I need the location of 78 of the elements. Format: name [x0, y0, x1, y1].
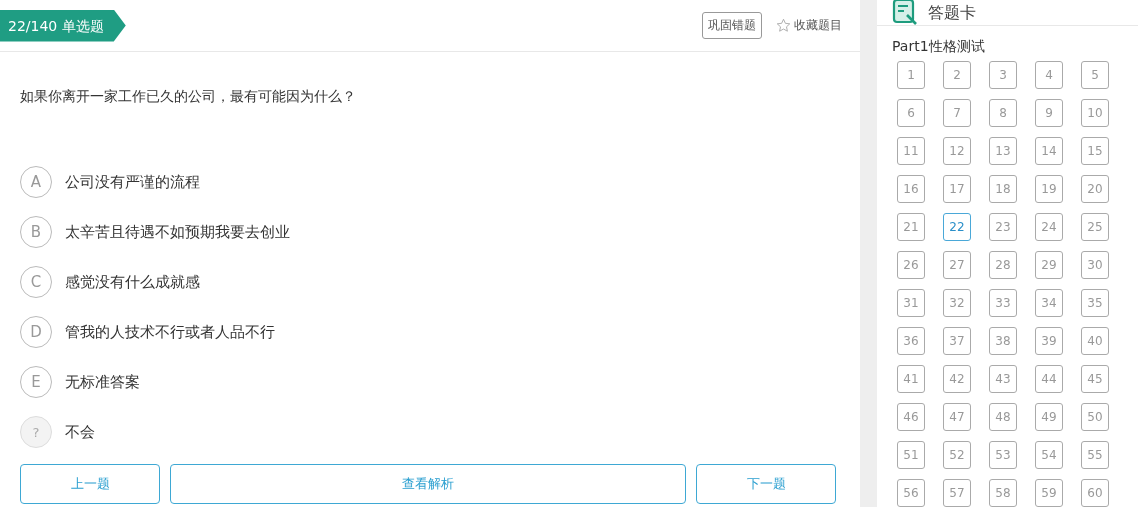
question-number-button[interactable]: 8	[989, 99, 1017, 127]
question-number-button[interactable]: 29	[1035, 251, 1063, 279]
question-number-button[interactable]: 47	[943, 403, 971, 431]
option-text[interactable]: 太辛苦且待遇不如预期我要去创业	[65, 222, 290, 242]
question-number-button[interactable]: 30	[1081, 251, 1109, 279]
question-number-button[interactable]: 7	[943, 99, 971, 127]
question-number-button[interactable]: 15	[1081, 137, 1109, 165]
question-number-button[interactable]: 53	[989, 441, 1017, 469]
question-number-button[interactable]: 24	[1035, 213, 1063, 241]
option-text[interactable]: 公司没有严谨的流程	[65, 172, 200, 192]
answer-sheet-icon	[892, 0, 918, 25]
question-number-button[interactable]: 28	[989, 251, 1017, 279]
question-number-button[interactable]: 31	[897, 289, 925, 317]
question-number-button[interactable]: 6	[897, 99, 925, 127]
question-number-button[interactable]: 27	[943, 251, 971, 279]
question-number-button[interactable]: 5	[1081, 61, 1109, 89]
question-number-button[interactable]: 48	[989, 403, 1017, 431]
question-number-button[interactable]: 22	[943, 213, 971, 241]
answer-sheet-title: 答题卡	[928, 2, 976, 24]
question-number-button[interactable]: 3	[989, 61, 1017, 89]
question-number-button[interactable]: 33	[989, 289, 1017, 317]
question-number-button[interactable]: 44	[1035, 365, 1063, 393]
question-text: 如果你离开一家工作已久的公司，最有可能因为什么？	[19, 87, 357, 106]
option-text[interactable]: 感觉没有什么成就感	[65, 272, 200, 292]
favorite-button[interactable]: 收藏题目	[776, 17, 842, 34]
question-number-button[interactable]: 1	[897, 61, 925, 89]
option-text[interactable]: 管我的人技术不行或者人品不行	[65, 322, 275, 342]
question-number-button[interactable]: 54	[1035, 441, 1063, 469]
option-text[interactable]: 不会	[65, 422, 95, 442]
review-mistakes-button[interactable]: 巩固错题	[702, 12, 762, 39]
question-number-button[interactable]: 11	[897, 137, 925, 165]
question-number-button[interactable]: 14	[1035, 137, 1063, 165]
question-number-button[interactable]: 12	[943, 137, 971, 165]
question-number-button[interactable]: 59	[1035, 479, 1063, 507]
question-number-button[interactable]: 23	[989, 213, 1017, 241]
question-number-button[interactable]: 32	[943, 289, 971, 317]
question-number-button[interactable]: 26	[897, 251, 925, 279]
question-number-button[interactable]: 43	[989, 365, 1017, 393]
question-number-button[interactable]: 56	[897, 479, 925, 507]
question-number-button[interactable]: 50	[1081, 403, 1109, 431]
question-number-button[interactable]: 17	[943, 175, 971, 203]
question-number-button[interactable]: 39	[1035, 327, 1063, 355]
question-number-button[interactable]: 2	[943, 61, 971, 89]
question-number-button[interactable]: 37	[943, 327, 971, 355]
option-letter[interactable]: ?	[20, 416, 52, 448]
question-number-button[interactable]: 42	[943, 365, 971, 393]
question-number-button[interactable]: 13	[989, 137, 1017, 165]
question-number-button[interactable]: 25	[1081, 213, 1109, 241]
question-number-button[interactable]: 34	[1035, 289, 1063, 317]
question-number-button[interactable]: 52	[943, 441, 971, 469]
option-text[interactable]: 无标准答案	[65, 372, 140, 392]
question-number-button[interactable]: 58	[989, 479, 1017, 507]
star-icon	[776, 18, 791, 33]
question-number-button[interactable]: 18	[989, 175, 1017, 203]
question-number-button[interactable]: 40	[1081, 327, 1109, 355]
question-number-button[interactable]: 16	[897, 175, 925, 203]
question-number-button[interactable]: 51	[897, 441, 925, 469]
question-number-button[interactable]: 35	[1081, 289, 1109, 317]
previous-button[interactable]: 上一题	[20, 464, 160, 504]
question-number-button[interactable]: 41	[897, 365, 925, 393]
analysis-button[interactable]: 查看解析	[170, 464, 686, 504]
question-number-button[interactable]: 57	[943, 479, 971, 507]
question-number-button[interactable]: 49	[1035, 403, 1063, 431]
question-number-button[interactable]: 45	[1081, 365, 1109, 393]
question-number-button[interactable]: 46	[897, 403, 925, 431]
question-number-button[interactable]: 55	[1081, 441, 1109, 469]
question-number-button[interactable]: 19	[1035, 175, 1063, 203]
question-number-button[interactable]: 21	[897, 213, 925, 241]
question-number-button[interactable]: 10	[1081, 99, 1109, 127]
question-number-button[interactable]: 36	[897, 327, 925, 355]
question-number-button[interactable]: 38	[989, 327, 1017, 355]
question-number-button[interactable]: 20	[1081, 175, 1109, 203]
question-number-button[interactable]: 60	[1081, 479, 1109, 507]
question-number-button[interactable]: 4	[1035, 61, 1063, 89]
section-title: Part1性格测试	[891, 37, 986, 56]
question-number-tag: 22/140 单选题	[0, 9, 126, 42]
question-number-button[interactable]: 9	[1035, 99, 1063, 127]
next-button[interactable]: 下一题	[696, 464, 836, 504]
